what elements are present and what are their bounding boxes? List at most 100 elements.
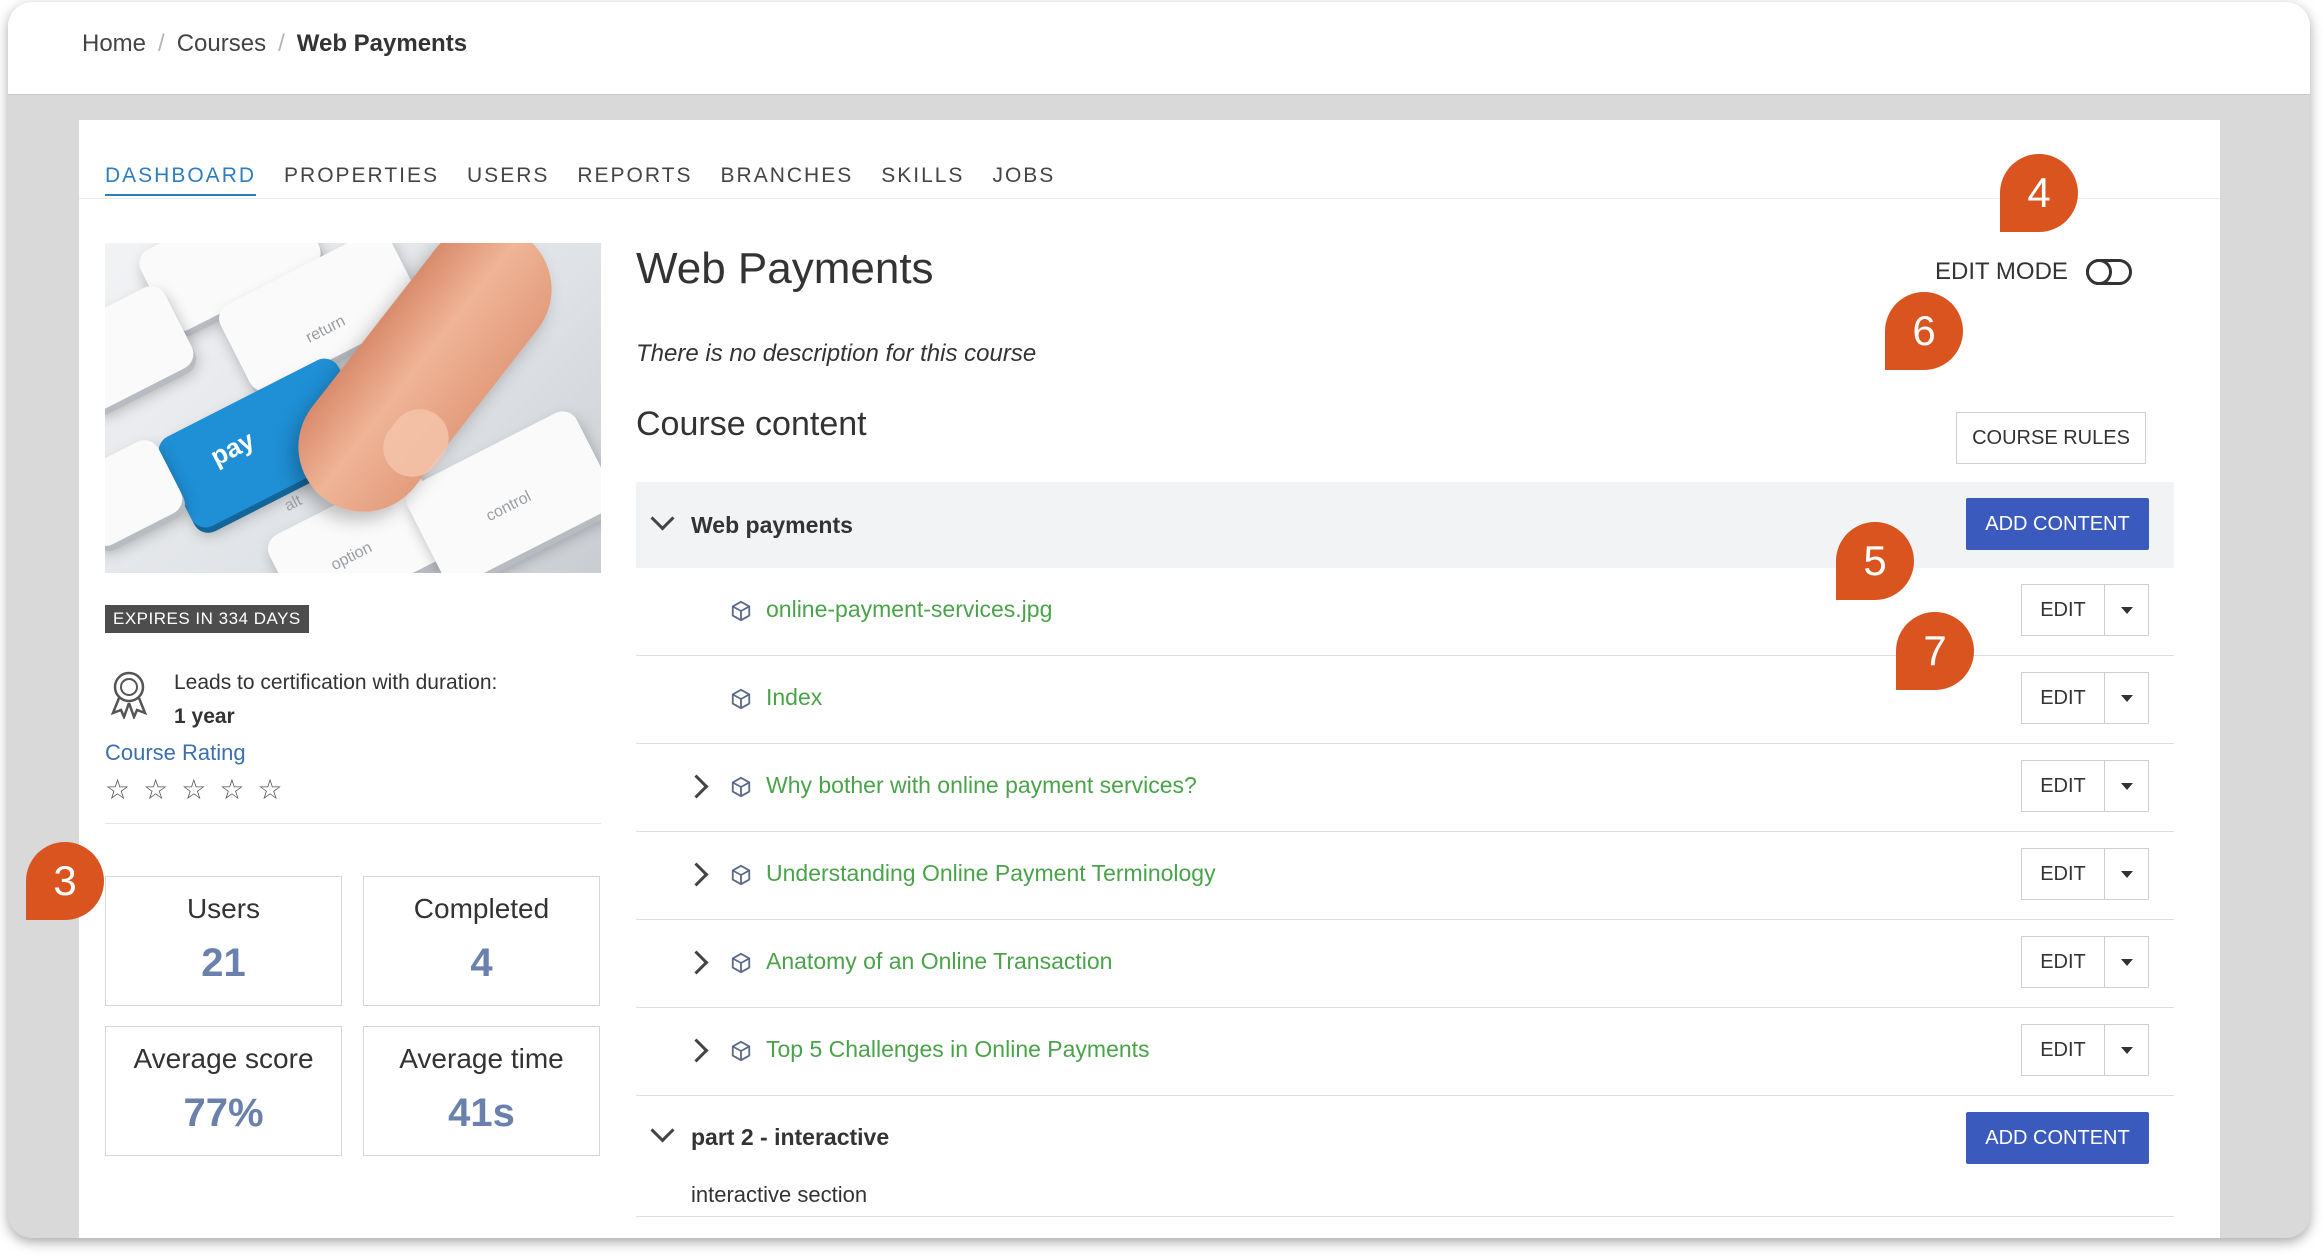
edit-mode-control: EDIT MODE	[1935, 258, 2132, 286]
chevron-right-icon[interactable]	[684, 1038, 709, 1063]
content-item-link[interactable]: Top 5 Challenges in Online Payments	[766, 1036, 1150, 1063]
edit-mode-toggle[interactable]	[2085, 259, 2132, 285]
callout-number: 4	[2027, 169, 2051, 216]
edit-button[interactable]: EDIT	[2022, 1025, 2105, 1075]
stat-value: 4	[470, 941, 493, 985]
tab-jobs[interactable]: JOBS	[992, 164, 1055, 196]
cube-icon	[731, 688, 751, 710]
unit-header-part-2: part 2 - interactive interactive section…	[636, 1096, 2174, 1217]
tab-divider	[79, 198, 2220, 199]
app-window: Home / Courses / Web Payments DASHBOARD …	[8, 2, 2310, 1238]
breadcrumb-current: Web Payments	[296, 30, 468, 57]
content-row: Understanding Online Payment Terminology…	[636, 832, 2174, 920]
key-label-alt: alt	[281, 492, 305, 515]
add-content-button[interactable]: ADD CONTENT	[1966, 1112, 2149, 1164]
top-bar: Home / Courses / Web Payments	[8, 2, 2310, 95]
tab-properties[interactable]: PROPERTIES	[284, 164, 439, 196]
add-content-button[interactable]: ADD CONTENT	[1966, 498, 2149, 550]
edit-split-button: EDIT	[2021, 584, 2149, 636]
cube-icon	[731, 1040, 751, 1062]
edit-mode-label: EDIT MODE	[1935, 258, 2068, 285]
certification-info: Leads to certification with duration: 1 …	[174, 666, 497, 734]
chevron-right-icon[interactable]	[684, 862, 709, 887]
tab-reports[interactable]: REPORTS	[577, 164, 692, 196]
edit-button[interactable]: EDIT	[2022, 761, 2105, 811]
callout-number: 5	[1863, 537, 1887, 584]
unit-title: Web payments	[691, 512, 853, 538]
course-description: There is no description for this course	[636, 340, 1037, 367]
stat-users[interactable]: Users 21	[105, 876, 342, 1006]
edit-split-button: EDIT	[2021, 1024, 2149, 1076]
stat-completed[interactable]: Completed 4	[363, 876, 600, 1006]
breadcrumb-courses[interactable]: Courses	[177, 30, 266, 58]
stat-average-time[interactable]: Average time 41s	[363, 1026, 600, 1156]
breadcrumb-separator: /	[158, 30, 165, 57]
tab-bar: DASHBOARD PROPERTIES USERS REPORTS BRANC…	[105, 164, 1083, 196]
star-icon[interactable]: ☆	[143, 776, 168, 804]
callout-marker: 4	[2000, 154, 2078, 232]
unit-header-web-payments: Web payments ADD CONTENT	[636, 482, 2174, 568]
callout-marker: 3	[26, 842, 104, 920]
cube-icon	[731, 600, 751, 622]
course-rating-link[interactable]: Course Rating	[105, 740, 246, 766]
sidebar-divider	[105, 823, 601, 824]
edit-button[interactable]: EDIT	[2022, 937, 2105, 987]
caret-down-icon	[2120, 958, 2133, 966]
edit-split-button: EDIT	[2021, 848, 2149, 900]
certification-duration: 1 year	[174, 705, 235, 728]
callout-marker: 7	[1896, 612, 1974, 690]
cube-icon	[731, 776, 751, 798]
expiry-badge: EXPIRES IN 334 DAYS	[105, 605, 309, 633]
content-item-link[interactable]: Why bother with online payment services?	[766, 772, 1197, 799]
edit-dropdown-toggle[interactable]	[2105, 761, 2148, 811]
cube-icon	[731, 864, 751, 886]
stat-label: Average time	[399, 1043, 564, 1074]
star-icon[interactable]: ☆	[219, 776, 244, 804]
content-item-link[interactable]: Understanding Online Payment Terminology	[766, 860, 1216, 887]
content-item-link[interactable]: online-payment-services.jpg	[766, 596, 1052, 623]
edit-button[interactable]: EDIT	[2022, 585, 2105, 635]
tab-dashboard[interactable]: DASHBOARD	[105, 164, 257, 196]
course-title: Web Payments	[636, 244, 934, 293]
cube-icon	[731, 952, 751, 974]
stat-average-score[interactable]: Average score 77%	[105, 1026, 342, 1156]
edit-button[interactable]: EDIT	[2022, 849, 2105, 899]
callout-marker: 6	[1885, 292, 1963, 370]
tab-branches[interactable]: BRANCHES	[721, 164, 854, 196]
content-row: Top 5 Challenges in Online Payments EDIT	[636, 1008, 2174, 1096]
edit-dropdown-toggle[interactable]	[2105, 585, 2148, 635]
course-content-heading: Course content	[636, 405, 867, 443]
breadcrumb: Home / Courses / Web Payments	[82, 30, 467, 58]
caret-down-icon	[2120, 606, 2133, 614]
edit-dropdown-toggle[interactable]	[2105, 849, 2148, 899]
chevron-right-icon[interactable]	[684, 950, 709, 975]
edit-dropdown-toggle[interactable]	[2105, 1025, 2148, 1075]
chevron-down-icon[interactable]	[650, 506, 675, 531]
caret-down-icon	[2120, 782, 2133, 790]
star-icon[interactable]: ☆	[105, 776, 130, 804]
rating-stars: ☆ ☆ ☆ ☆ ☆	[105, 776, 283, 804]
edit-button[interactable]: EDIT	[2022, 673, 2105, 723]
content-item-link[interactable]: Index	[766, 684, 822, 711]
edit-dropdown-toggle[interactable]	[2105, 673, 2148, 723]
caret-down-icon	[2120, 1046, 2133, 1054]
chevron-right-icon[interactable]	[684, 774, 709, 799]
edit-split-button: EDIT	[2021, 760, 2149, 812]
course-image: return pay option alt control	[105, 243, 601, 573]
tab-users[interactable]: USERS	[467, 164, 549, 196]
chevron-down-icon[interactable]	[650, 1118, 675, 1143]
star-icon[interactable]: ☆	[181, 776, 206, 804]
star-icon[interactable]: ☆	[257, 776, 282, 804]
tab-skills[interactable]: SKILLS	[881, 164, 964, 196]
course-rules-button[interactable]: COURSE RULES	[1956, 412, 2146, 464]
breadcrumb-home[interactable]: Home	[82, 30, 146, 58]
stat-label: Average score	[133, 1043, 314, 1074]
stat-value: 77%	[183, 1091, 264, 1135]
content-item-link[interactable]: Anatomy of an Online Transaction	[766, 948, 1112, 975]
edit-dropdown-toggle[interactable]	[2105, 937, 2148, 987]
content-row: Anatomy of an Online Transaction EDIT	[636, 920, 2174, 1008]
content-row: Why bother with online payment services?…	[636, 744, 2174, 832]
breadcrumb-separator: /	[278, 30, 285, 57]
callout-number: 3	[53, 857, 77, 904]
stat-value: 41s	[448, 1091, 515, 1135]
